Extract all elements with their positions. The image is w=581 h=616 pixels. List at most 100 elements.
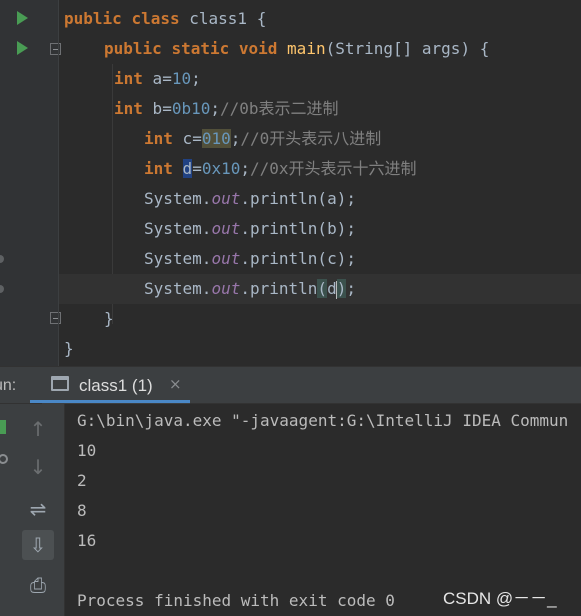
console-command-line: G:\bin\java.exe "-javaagent:G:\IntelliJ … [77,411,569,430]
semicolon: ; [230,129,241,148]
operator: = [162,69,172,88]
editor-gutter [0,0,61,366]
comment: //0b表示二进制 [220,99,339,118]
number-literal: 010 [201,129,231,148]
paren-matched: ( [317,279,328,298]
number-literal: 0x10 [201,159,241,178]
keyword: int [144,159,173,178]
fold-open-icon[interactable] [50,43,61,55]
run-header: un: class1 (1) × [0,366,581,404]
static-field: out [211,279,241,298]
static-field: out [211,219,241,238]
dot: . [201,189,212,208]
code-line-8: System.out.println(b); [144,214,356,244]
operator: = [162,99,172,118]
run-class-icon[interactable] [17,11,28,25]
run-toolbar: ↑ ↓ ⇌ ⇩ ⎙ [12,404,65,616]
statement-end: ); [336,249,356,268]
code-line-10-current: System.out.println(d); [59,274,581,304]
run-main-icon[interactable] [17,41,28,55]
keyword: int [144,129,173,148]
dot: . [201,279,212,298]
method-call: println [249,249,318,268]
method-name: main [287,39,326,58]
number-literal: 10 [171,69,192,88]
console-output-line: 2 [77,471,87,490]
dot: . [240,249,250,268]
semicolon: ; [240,159,250,178]
operator: = [192,129,202,148]
comment: //0x开头表示十六进制 [250,159,417,178]
scroll-to-end-icon[interactable]: ⇩ [22,530,54,560]
code-line-6: int d=0x10;//0x开头表示十六进制 [144,154,417,184]
dot: . [240,279,250,298]
static-field: out [211,249,241,268]
class-ref: System [144,249,202,268]
fold-close-icon[interactable] [50,312,61,324]
method-params: (String[] args) { [325,39,490,58]
dot: . [201,249,212,268]
semicolon: ; [210,99,220,118]
number-literal: 0b10 [171,99,211,118]
keyword: public [104,39,162,58]
argument: b [327,219,337,238]
run-label: un: [0,377,17,394]
dot: . [240,219,250,238]
stop-icon[interactable] [0,454,8,464]
print-icon[interactable]: ⎙ [22,570,54,600]
statement-end: ); [336,219,356,238]
run-tab[interactable]: class1 (1) × [42,367,190,404]
brace: } [104,309,114,328]
keyword: void [238,39,278,58]
dot: . [240,189,250,208]
class-name: class1 [189,9,248,28]
code-line-11: } [104,304,114,334]
keyword: int [114,69,143,88]
gutter-marker-icon [0,255,4,263]
static-field: out [211,189,241,208]
up-arrow-icon[interactable]: ↑ [22,414,54,444]
down-arrow-icon[interactable]: ↓ [22,452,54,482]
active-tab-indicator [30,400,190,403]
method-call: println [249,219,318,238]
code-line-9: System.out.println(c); [144,244,356,274]
code-line-4: int b=0b10;//0b表示二进制 [114,94,339,124]
paren: ( [317,189,328,208]
semicolon: ; [346,279,356,298]
argument: c [327,249,337,268]
keyword: public [64,9,122,28]
paren: ( [317,219,328,238]
gutter-separator [58,0,59,366]
semicolon: ; [191,69,201,88]
variable: a [152,69,163,88]
code-line-2: public static void main(String[] args) { [104,34,489,64]
code-editor[interactable]: public class class1 { public static void… [0,0,581,366]
method-call: println [249,189,318,208]
brace: } [64,339,74,358]
variable: c [182,129,193,148]
paren: ( [317,249,328,268]
brace: { [256,9,267,28]
console-exit-message: Process finished with exit code 0 [77,591,395,610]
class-ref: System [144,219,202,238]
console-icon [51,376,69,391]
comment: //0开头表示八进制 [240,129,382,148]
operator: = [192,159,202,178]
console-output-line: 8 [77,501,87,520]
soft-wrap-icon[interactable]: ⇌ [22,494,54,524]
watermark: CSDN @－－_ [443,589,557,608]
close-icon[interactable]: × [169,375,182,393]
class-ref: System [144,189,202,208]
console-output-line: 10 [77,441,97,460]
class-ref: System [144,279,202,298]
run-left-toolbar [0,404,12,616]
paren-matched: ) [336,279,347,298]
variable-highlighted: d [182,159,193,178]
rerun-icon[interactable] [0,420,6,434]
argument: a [327,189,337,208]
code-line-7: System.out.println(a); [144,184,356,214]
code-line-5: int c=010;//0开头表示八进制 [144,124,381,154]
keyword: class [131,9,180,28]
console-output-line: 16 [77,531,97,550]
keyword: int [114,99,143,118]
